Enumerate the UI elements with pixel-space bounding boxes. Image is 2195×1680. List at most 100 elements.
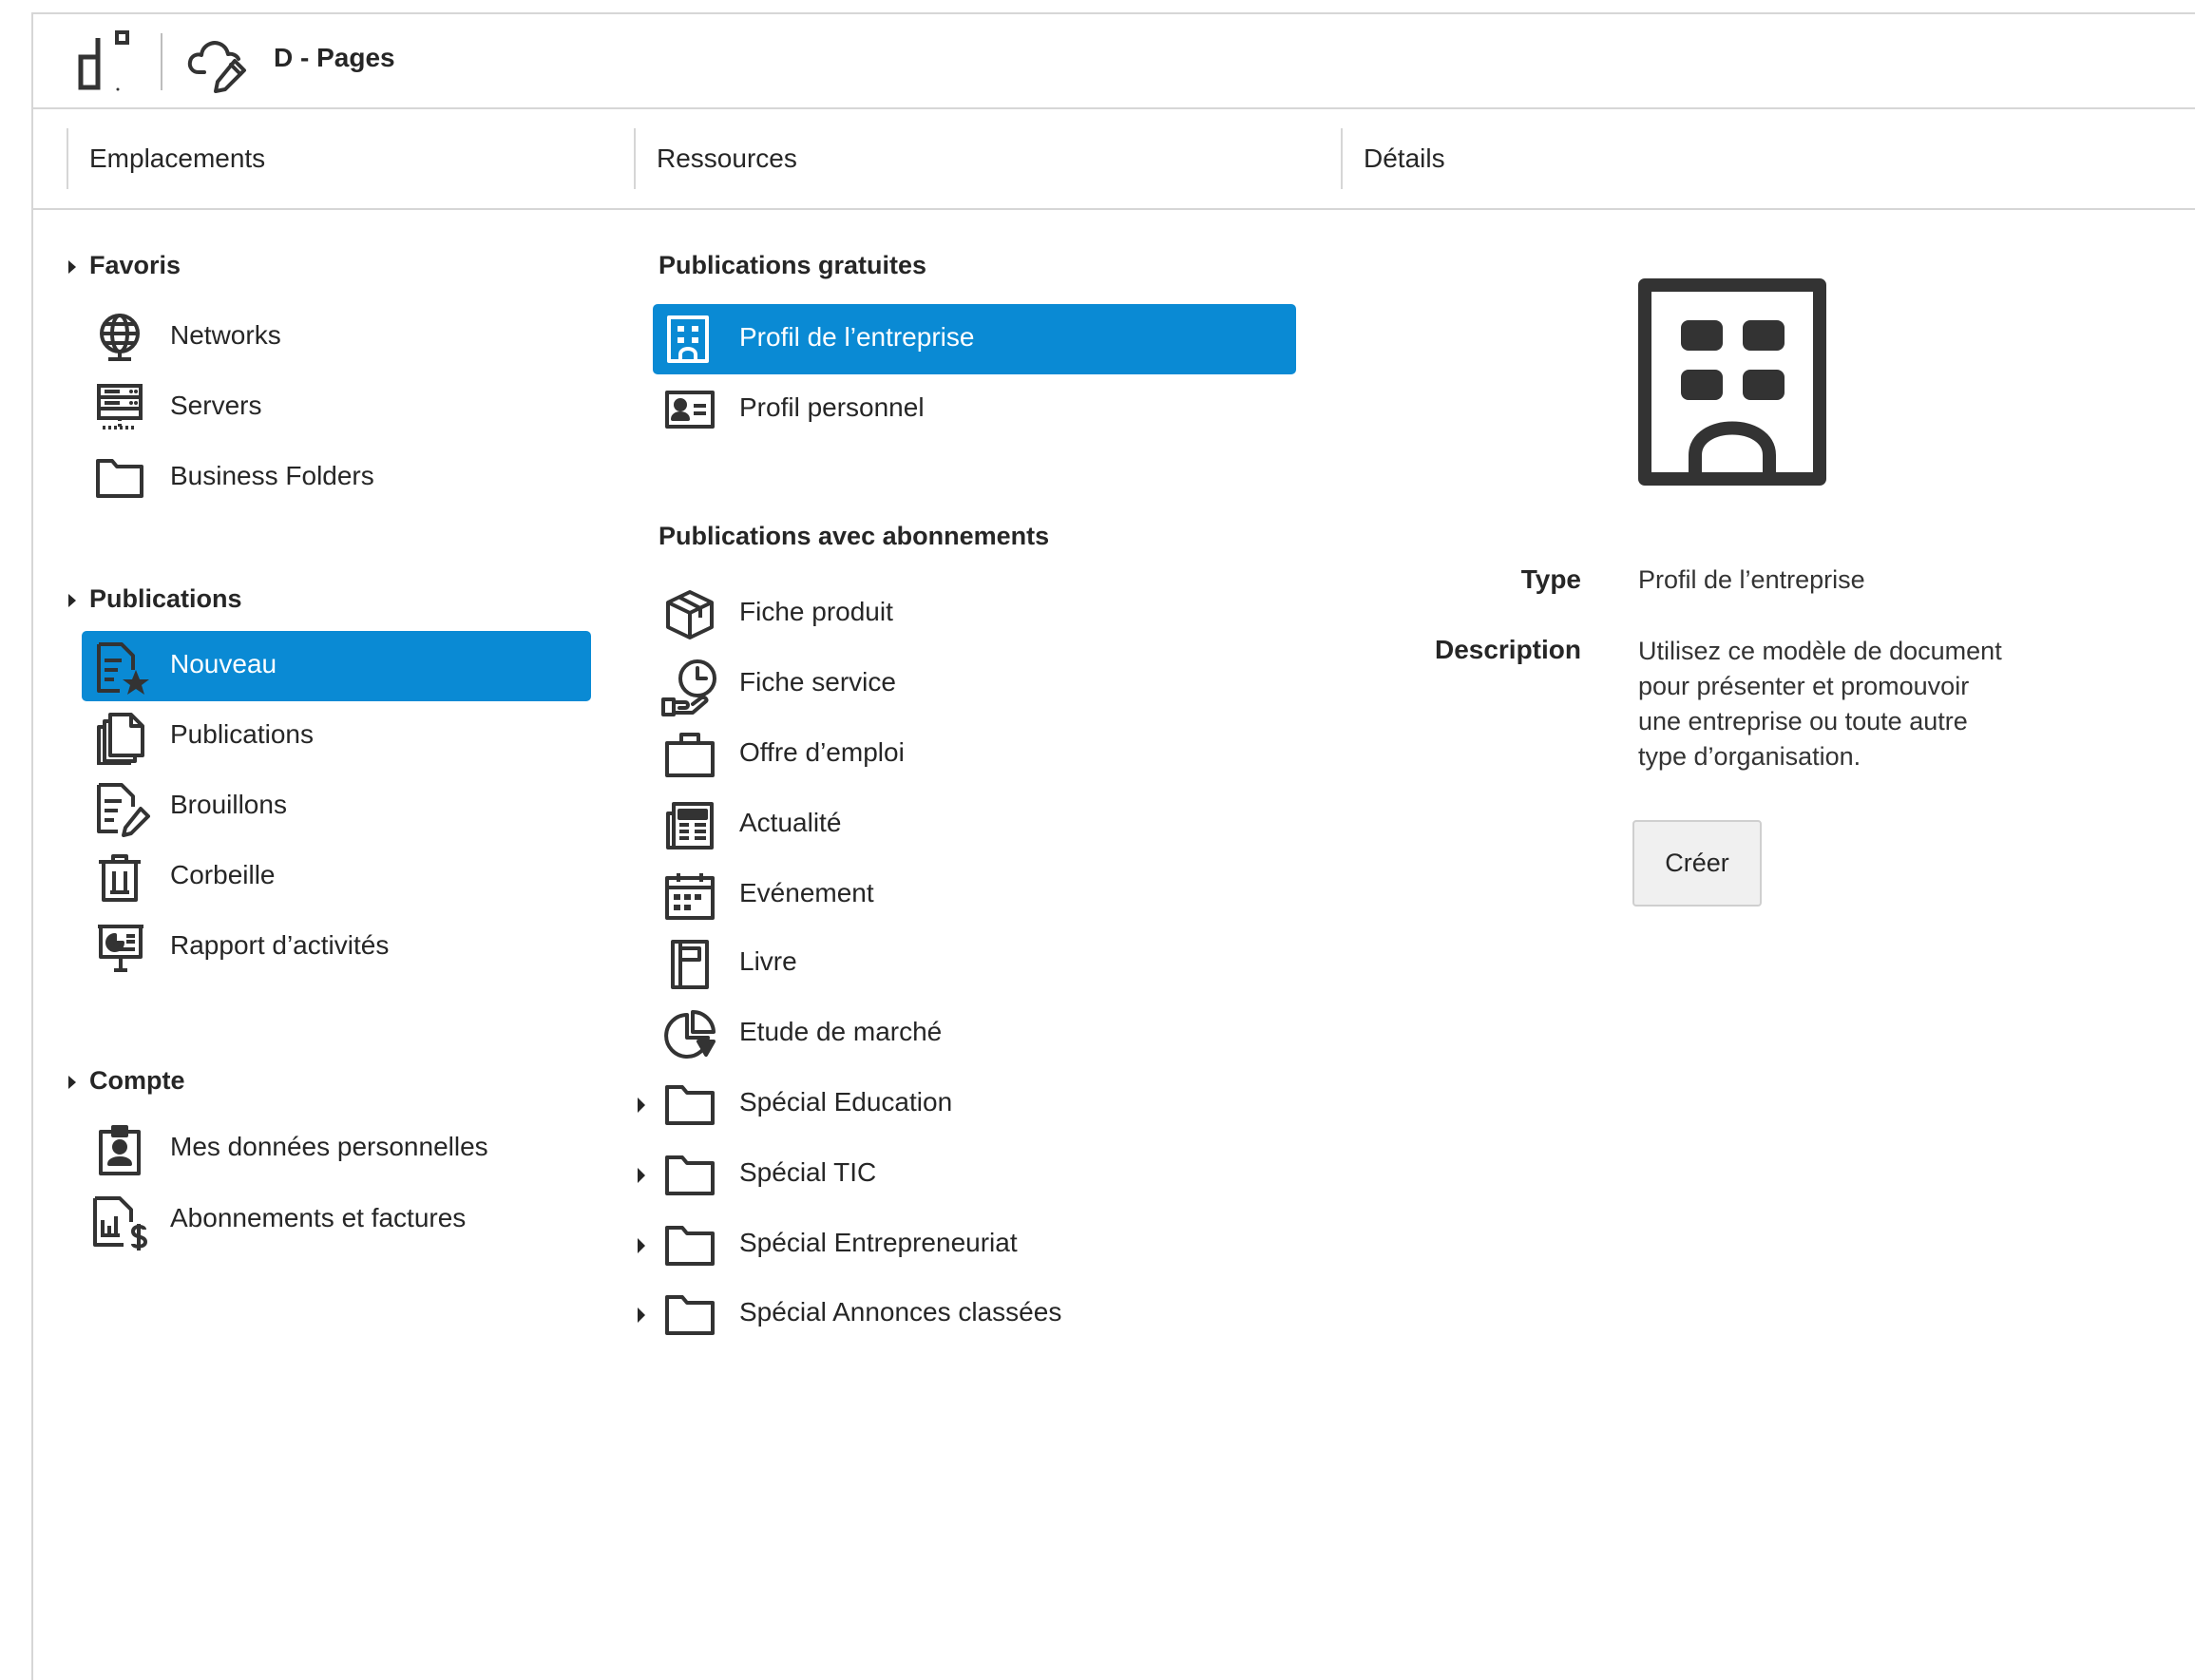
resource-folder-classified-ads[interactable]: Spécial Annonces classées: [638, 1279, 1296, 1349]
expand-caret-icon[interactable]: [68, 1076, 76, 1089]
resource-item-personal-profile[interactable]: Profil personnel: [653, 374, 1296, 445]
details-type-label: Type: [1520, 564, 1581, 594]
folder-icon: [664, 1220, 716, 1270]
resource-item-event[interactable]: Evénement: [653, 860, 1296, 930]
description-line: type d’organisation.: [1638, 742, 1861, 771]
resource-item-label: Livre: [739, 946, 797, 976]
sidebar-item-label: Publications: [170, 719, 314, 749]
resource-item-service-sheet[interactable]: Fiche service: [653, 649, 1296, 719]
resource-folder-tic[interactable]: Spécial TIC: [638, 1139, 1296, 1210]
expand-caret-icon[interactable]: [68, 594, 76, 607]
column-headers: Emplacements Ressources Détails: [31, 109, 2195, 210]
sidebar-item-label: Rapport d’activités: [170, 930, 390, 960]
app-logo-icon: [75, 29, 136, 97]
resource-folder-education[interactable]: Spécial Education: [638, 1069, 1296, 1139]
section-publications-title: Publications: [89, 584, 242, 613]
sidebar-item-label: Abonnements et factures: [170, 1203, 467, 1232]
trash-icon: [95, 852, 144, 904]
sidebar-item-servers[interactable]: Servers: [82, 372, 591, 443]
document-edit-icon: [95, 782, 150, 837]
app-title: D - Pages: [274, 43, 395, 72]
sidebar-item-label: Corbeille: [170, 860, 276, 889]
sidebar-item-subscriptions-invoices[interactable]: Abonnements et factures: [82, 1185, 591, 1255]
description-line: une entreprise ou toute autre: [1638, 707, 1968, 735]
sidebar-item-label: Nouveau: [170, 649, 277, 678]
resource-item-label: Profil personnel: [739, 392, 925, 422]
resource-item-book[interactable]: Livre: [653, 928, 1296, 999]
description-line: Utilisez ce modèle de document: [1638, 637, 2002, 665]
description-line: pour présenter et promouvoir: [1638, 672, 1970, 700]
expand-caret-icon[interactable]: [68, 260, 76, 274]
sidebar-item-label: Networks: [170, 320, 281, 350]
clock-hand-icon: [660, 659, 719, 716]
calendar-icon: [664, 870, 716, 922]
sidebar-item-drafts[interactable]: Brouillons: [82, 772, 591, 842]
expand-caret-icon[interactable]: [638, 1238, 645, 1253]
folder-icon: [664, 1079, 716, 1129]
section-free-publications: Publications gratuites: [658, 251, 927, 279]
section-publications[interactable]: Publications: [68, 584, 242, 614]
invoice-dollar-icon: [91, 1195, 150, 1252]
documents-stack-icon: [95, 712, 146, 765]
presentation-chart-icon: [95, 923, 146, 974]
resource-item-market-study[interactable]: Etude de marché: [653, 999, 1296, 1069]
column-header-locations: Emplacements: [67, 128, 265, 189]
sidebar-item-label: Mes données personnelles: [170, 1132, 488, 1161]
sidebar-item-activity-report[interactable]: Rapport d’activités: [82, 912, 591, 983]
resource-item-label: Fiche produit: [739, 597, 893, 626]
sidebar-item-personal-data[interactable]: Mes données personnelles: [82, 1114, 591, 1184]
folder-icon: [95, 453, 144, 503]
create-button[interactable]: Créer: [1632, 820, 1762, 907]
folder-icon: [664, 1150, 716, 1199]
column-header-details: Détails: [1341, 128, 1445, 189]
contact-card-icon: [664, 385, 716, 434]
server-icon: [95, 383, 144, 432]
resource-item-label: Evénement: [739, 878, 874, 907]
building-icon: [664, 315, 712, 364]
sidebar-item-label: Business Folders: [170, 461, 374, 490]
resource-item-label: Spécial Education: [739, 1087, 953, 1117]
details-type-value: Profil de l’entreprise: [1638, 565, 1865, 594]
section-favorites-title: Favoris: [89, 251, 181, 279]
details-description-value: Utilisez ce modèle de document pour prés…: [1638, 634, 2056, 774]
resource-item-product-sheet[interactable]: Fiche produit: [653, 579, 1296, 649]
column-header-resources: Ressources: [634, 128, 797, 189]
section-account[interactable]: Compte: [68, 1066, 185, 1096]
section-account-title: Compte: [89, 1066, 185, 1095]
header-separator: [161, 33, 162, 90]
badge-person-icon: [95, 1124, 144, 1177]
resource-item-label: Spécial Annonces classées: [739, 1297, 1062, 1327]
details-description-label: Description: [1434, 635, 1581, 664]
globe-icon: [95, 313, 144, 362]
briefcase-icon: [664, 730, 716, 779]
box-icon: [664, 589, 716, 640]
resource-item-company-profile[interactable]: Profil de l’entreprise: [653, 304, 1296, 374]
section-subscription-publications: Publications avec abonnements: [658, 522, 1050, 550]
cloud-edit-icon: [187, 32, 250, 95]
section-favorites[interactable]: Favoris: [68, 251, 181, 280]
newspaper-icon: [664, 800, 716, 851]
resource-item-label: Spécial TIC: [739, 1157, 877, 1187]
expand-caret-icon[interactable]: [638, 1168, 645, 1183]
top-bar: D - Pages: [31, 14, 2195, 109]
sidebar-item-publications[interactable]: Publications: [82, 701, 591, 772]
sidebar-item-networks[interactable]: Networks: [82, 302, 591, 372]
resource-item-label: Profil de l’entreprise: [739, 322, 975, 352]
sidebar-item-trash[interactable]: Corbeille: [82, 842, 591, 912]
expand-caret-icon[interactable]: [638, 1098, 645, 1113]
resource-item-label: Spécial Entrepreneuriat: [739, 1228, 1018, 1257]
resource-item-job-offer[interactable]: Offre d’emploi: [653, 719, 1296, 790]
new-document-star-icon: [95, 641, 150, 697]
resource-folder-entrepreneurship[interactable]: Spécial Entrepreneuriat: [638, 1210, 1296, 1280]
expand-caret-icon[interactable]: [638, 1308, 645, 1323]
sidebar-item-label: Servers: [170, 391, 262, 420]
folder-icon: [664, 1289, 716, 1339]
resource-item-label: Fiche service: [739, 667, 896, 697]
book-icon: [664, 939, 716, 990]
sidebar-item-new[interactable]: Nouveau: [82, 631, 591, 701]
resource-item-label: Offre d’emploi: [739, 737, 905, 767]
resource-item-news[interactable]: Actualité: [653, 790, 1296, 860]
sidebar-item-business-folders[interactable]: Business Folders: [82, 443, 591, 513]
resource-item-label: Actualité: [739, 808, 842, 837]
pie-chart-icon: [664, 1009, 717, 1062]
